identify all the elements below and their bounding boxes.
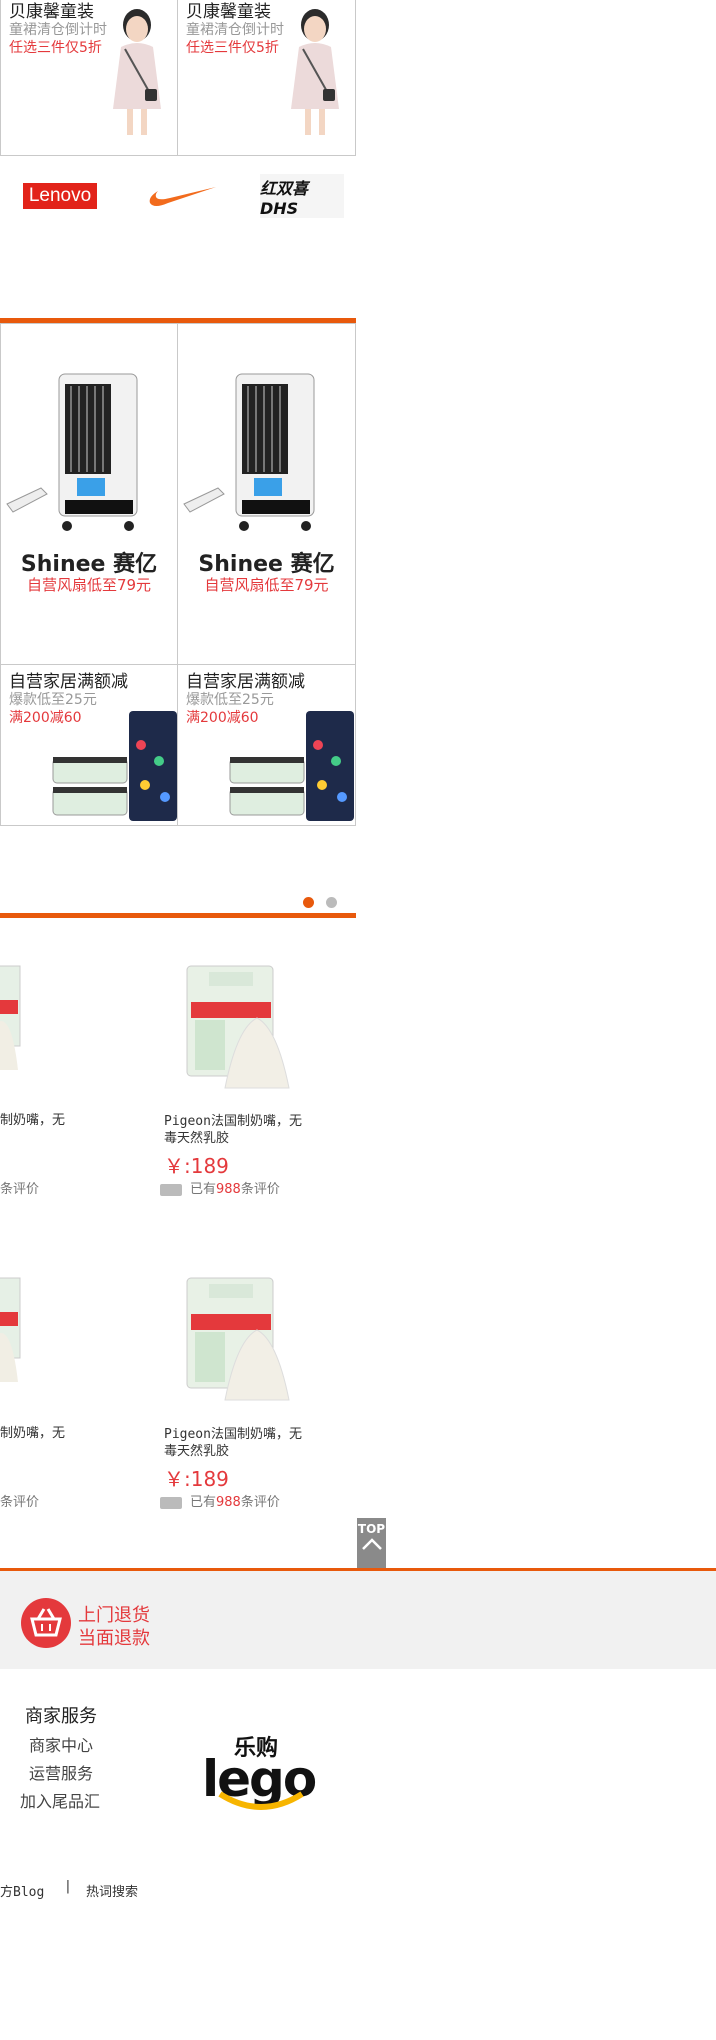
lego-smile-icon [218,1791,304,1810]
cooler-caption: 自营风扇低至79元 [204,576,329,594]
back-to-top-label: TOP [357,1522,386,1536]
girl-photo [291,9,339,135]
air-cooler-image [6,373,138,531]
pacifier-product-image-partial [0,965,21,1070]
promo-kids-2[interactable]: 贝康馨童装 童裙清仓倒计时 任选三件仅5折 [177,0,356,156]
hot-search-link[interactable]: 热词搜索 [86,1881,138,1900]
dhs-logo-text: 红双喜 DHS [260,178,309,218]
pacifier-product-image-partial [0,1277,21,1382]
cooler-ad-1[interactable]: Shinee 赛亿 自营风扇低至79元 [0,323,178,665]
return-service-band: 上门退货 当面退款 [0,1571,716,1669]
girl-photo [113,9,161,135]
product-reviews[interactable]: 已有988条评价 [160,1178,280,1197]
reviews-count: 988 [216,1495,241,1510]
join-link[interactable]: 加入尾品汇 [10,1788,110,1812]
air-cooler-image [183,373,315,531]
promo-subtitle: 童裙清仓倒计时 [9,22,107,38]
comment-icon [160,1496,182,1509]
link-separator: | [64,1879,72,1894]
product-price: ￥:189 [164,1154,229,1178]
food-containers-image [229,711,354,821]
product-name-partial[interactable]: 制奶嘴，无 [0,1425,65,1442]
home-ad-2[interactable]: 自营家居满额减 爆款低至25元 满200减60 [177,664,356,826]
reviews-prefix: 已有 [190,1495,217,1510]
product-name[interactable]: Pigeon法国制奶嘴，无毒天然乳胶 [164,1113,314,1147]
back-to-top-button[interactable]: TOP [357,1518,386,1568]
promo-subtitle: 童裙清仓倒计时 [186,22,284,38]
cooler-ad-2[interactable]: Shinee 赛亿 自营风扇低至79元 [177,323,356,665]
lenovo-logo-text: Lenovo [22,183,98,209]
promo-kids-1[interactable]: 贝康馨童装 童裙清仓倒计时 任选三件仅5折 [0,0,178,156]
product-name[interactable]: Pigeon法国制奶嘴，无毒天然乳胶 [164,1426,314,1460]
product-reviews[interactable]: 已有988条评价 [160,1491,280,1510]
pacifier-product-image[interactable] [175,958,315,1108]
return-line-2: 当面退款 [78,1628,150,1649]
dhs-logo[interactable]: 红双喜 DHS [260,174,344,218]
nike-swoosh-icon [149,187,216,206]
return-basket-icon [21,1598,71,1648]
lenovo-logo[interactable]: Lenovo [18,174,102,218]
food-containers-image [52,711,177,821]
merchant-heading: 商家服务 [25,1706,97,1727]
carousel-dot-active[interactable] [303,897,314,908]
product-reviews-partial[interactable]: 条评价 [0,1491,39,1510]
merchant-center-link[interactable]: 商家中心 [16,1732,106,1756]
comment-icon [160,1183,182,1196]
nike-logo[interactable] [144,174,220,218]
reviews-suffix: 条评价 [240,1182,280,1197]
home-ad-1[interactable]: 自营家居满额减 爆款低至25元 满200减60 [0,664,178,826]
promo-highlight: 任选三件仅5折 [9,40,102,56]
cooler-caption: 自营风扇低至79元 [26,576,152,594]
reviews-count: 988 [216,1182,241,1197]
product-name-partial[interactable]: 制奶嘴，无 [0,1112,65,1129]
reviews-suffix: 条评价 [240,1495,280,1510]
section-divider [0,913,356,918]
pacifier-product-image[interactable] [175,1270,315,1420]
promo-highlight: 任选三件仅5折 [186,40,279,56]
operation-service-link[interactable]: 运营服务 [16,1760,106,1784]
lego-logo[interactable]: 乐购 lego [200,1730,320,1814]
product-reviews-partial[interactable]: 条评价 [0,1178,39,1197]
product-price: ￥:189 [164,1467,229,1491]
reviews-prefix: 已有 [190,1182,217,1197]
blog-link[interactable]: 方Blog [0,1881,44,1900]
carousel-dot[interactable] [326,897,337,908]
chevron-up-icon [361,1538,382,1550]
